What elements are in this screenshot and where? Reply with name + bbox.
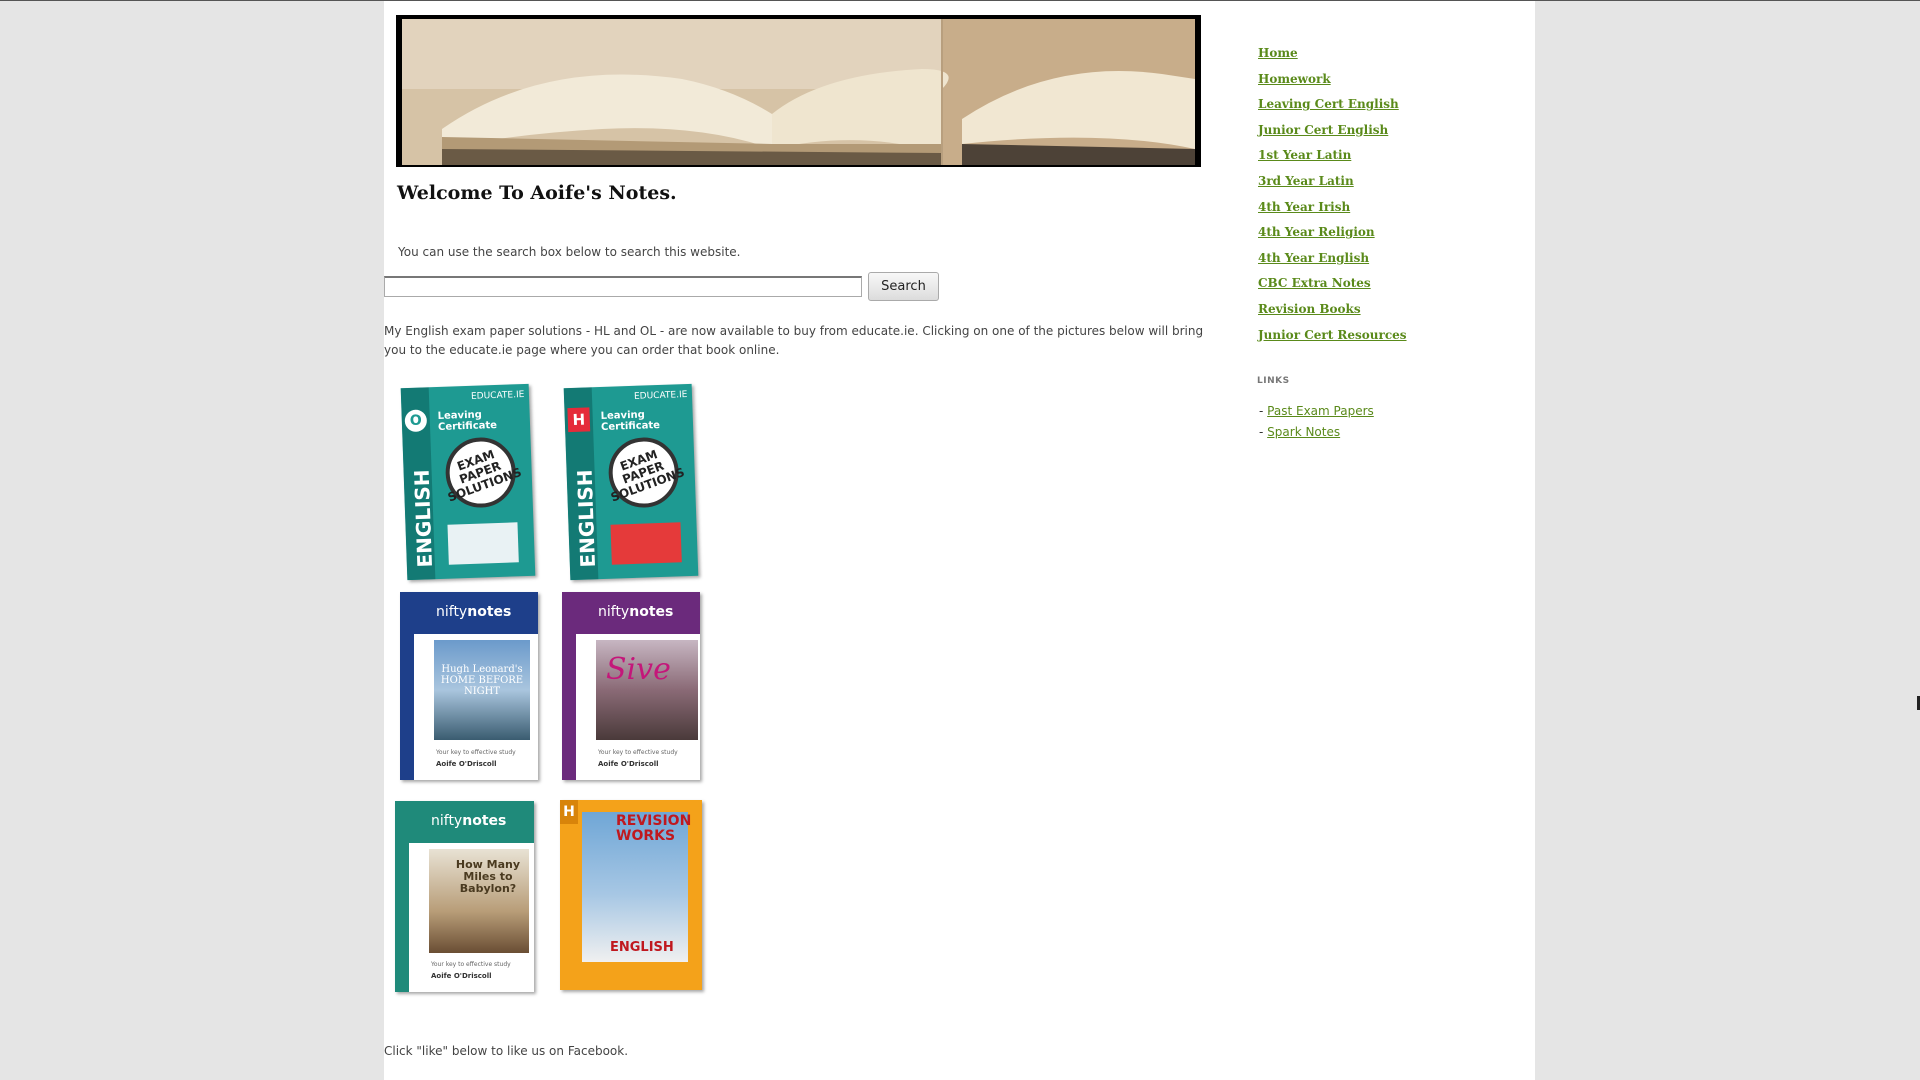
book-title: Sive: [606, 652, 671, 687]
book-subtitle: ENGLISH: [610, 940, 674, 955]
nav-junior-cert-english[interactable]: Junior Cert English: [1258, 118, 1407, 144]
solutions-stamp: EXAM PAPER SOLUTIONS: [607, 436, 687, 509]
level-badge: H: [560, 800, 578, 824]
level-badge: H: [567, 407, 591, 433]
book-hl-exam-solutions[interactable]: H ENGLISH EDUCATE.IE Leaving Certificate…: [563, 383, 699, 581]
nav-homework[interactable]: Homework: [1258, 67, 1407, 93]
author: Aoife O'Driscoll: [436, 760, 497, 768]
nav-home[interactable]: Home: [1258, 41, 1407, 67]
info-panel: [447, 522, 519, 565]
nav-4th-year-religion[interactable]: 4th Year Religion: [1258, 220, 1407, 246]
spine-title: ENGLISH: [572, 469, 600, 568]
book-title: Leaving Certificate: [437, 409, 498, 434]
link-bullet: -: [1259, 404, 1264, 418]
facebook-like-text: Click "like" below to like us on Faceboo…: [384, 1044, 629, 1058]
nav-1st-year-latin[interactable]: 1st Year Latin: [1258, 143, 1407, 169]
book-home-before-night[interactable]: niftynotes Hugh Leonard's HOME BEFORE NI…: [400, 592, 538, 780]
nav-3rd-year-latin[interactable]: 3rd Year Latin: [1258, 169, 1407, 195]
author: Aoife O'Driscoll: [431, 972, 492, 980]
solutions-stamp: EXAM PAPER SOLUTIONS: [444, 436, 524, 509]
book-title: How Many Miles to Babylon?: [455, 858, 521, 895]
tagline: Your key to effective study: [436, 749, 516, 756]
nav-leaving-cert-english[interactable]: Leaving Cert English: [1258, 92, 1407, 118]
book-revision-works[interactable]: H REVISION WORKS ENGLISH: [560, 800, 702, 990]
nav-4th-year-irish[interactable]: 4th Year Irish: [1258, 195, 1407, 221]
nav-junior-cert-resources[interactable]: Junior Cert Resources: [1258, 323, 1407, 349]
tagline: Your key to effective study: [431, 961, 511, 968]
book-how-many-miles-to-babylon[interactable]: niftynotes How Many Miles to Babylon? Yo…: [395, 801, 534, 992]
search-hint-text: You can use the search box below to sear…: [398, 245, 741, 259]
publisher-label: EDUCATE.IE: [470, 389, 525, 402]
nifty-notes-logo: niftynotes: [431, 813, 507, 829]
links-list: - Past Exam Papers - Spark Notes: [1259, 401, 1374, 443]
list-item: - Past Exam Papers: [1259, 401, 1374, 422]
page-title: Welcome To Aoife's Notes.: [397, 182, 677, 204]
tagline: Your key to effective study: [598, 749, 678, 756]
publisher-label: EDUCATE.IE: [633, 389, 688, 402]
sidebar-nav: Home Homework Leaving Cert English Junio…: [1258, 41, 1407, 348]
nifty-notes-logo: niftynotes: [598, 604, 674, 620]
links-heading: LINKS: [1257, 376, 1290, 386]
spine-title: ENGLISH: [409, 469, 437, 568]
book-title: REVISION WORKS: [616, 813, 692, 844]
list-item: - Spark Notes: [1259, 422, 1374, 443]
nav-revision-books[interactable]: Revision Books: [1258, 297, 1407, 323]
search-input[interactable]: [384, 276, 862, 297]
book-title: Leaving Certificate: [600, 409, 661, 434]
header-banner: [396, 15, 1201, 167]
book-sive[interactable]: niftynotes Sive Your key to effective st…: [562, 592, 700, 780]
book-photo: [402, 19, 1195, 165]
nav-4th-year-english[interactable]: 4th Year English: [1258, 246, 1407, 272]
link-spark-notes[interactable]: Spark Notes: [1267, 425, 1340, 439]
link-past-exam-papers[interactable]: Past Exam Papers: [1267, 404, 1374, 418]
book-ol-exam-solutions[interactable]: O ENGLISH EDUCATE.IE Leaving Certificate…: [400, 383, 536, 581]
book-title: Hugh Leonard's HOME BEFORE NIGHT: [440, 664, 524, 697]
page-container: Welcome To Aoife's Notes. You can use th…: [384, 1, 1535, 1080]
info-panel: [610, 522, 682, 565]
open-book-illustration: [402, 19, 1195, 165]
intro-paragraph: My English exam paper solutions - HL and…: [384, 324, 1204, 357]
nifty-notes-logo: niftynotes: [436, 604, 512, 620]
nav-cbc-extra-notes[interactable]: CBC Extra Notes: [1258, 271, 1407, 297]
search-button[interactable]: Search: [868, 272, 939, 301]
author: Aoife O'Driscoll: [598, 760, 659, 768]
link-bullet: -: [1259, 425, 1264, 439]
